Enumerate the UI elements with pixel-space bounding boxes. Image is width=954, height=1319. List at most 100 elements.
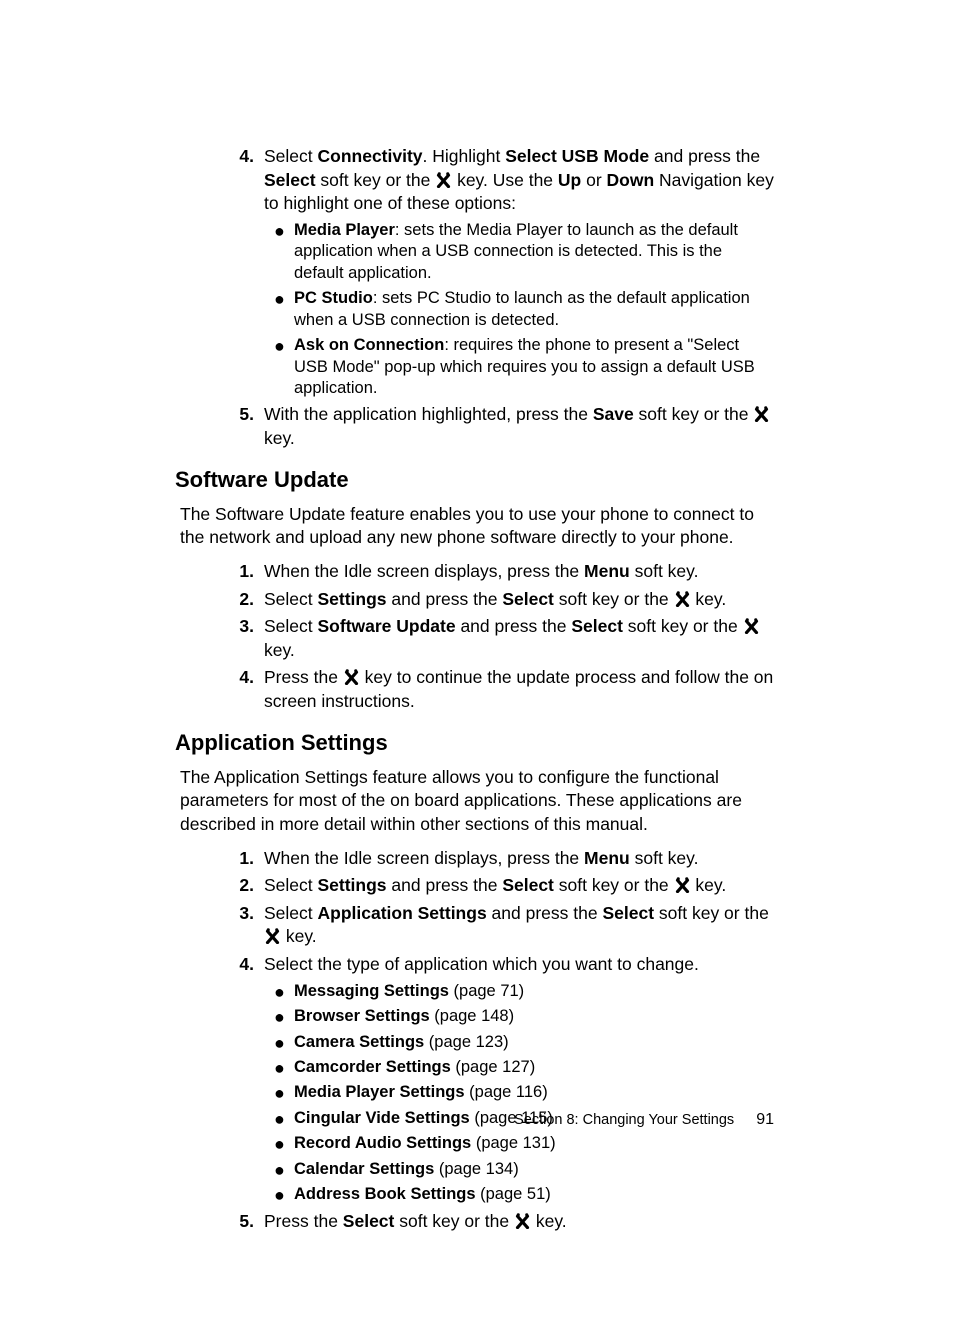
confirm-key-icon: [435, 171, 452, 188]
confirm-key-icon: [343, 668, 360, 685]
bold: Cingular Vide Settings: [294, 1109, 470, 1127]
step-num: 4.: [230, 145, 254, 216]
step-text: Select Application Settings and press th…: [264, 902, 774, 949]
bold: Camera Settings: [294, 1033, 424, 1051]
bullet-icon: ●: [274, 1161, 294, 1180]
bullet-text: Media Player: sets the Media Player to l…: [294, 220, 774, 284]
app-step-2: 2. Select Settings and press the Select …: [230, 874, 774, 898]
bold: Ask on Connection: [294, 336, 444, 354]
text: key.: [531, 1211, 567, 1231]
text: soft key or the: [554, 589, 674, 609]
text: and press the: [387, 589, 503, 609]
bold: Settings: [318, 875, 387, 895]
text: (page 131): [471, 1134, 555, 1152]
app-step-4: 4. Select the type of application which …: [230, 953, 774, 977]
sub-bullet: ●Browser Settings (page 148): [274, 1006, 774, 1027]
text: Select: [264, 589, 318, 609]
text: (page 148): [430, 1007, 514, 1025]
page-number: 91: [756, 1111, 774, 1128]
sw-step-1: 1. When the Idle screen displays, press …: [230, 560, 774, 584]
text: . Highlight: [423, 146, 506, 166]
bold: Select: [343, 1211, 395, 1231]
bullet-icon: ●: [274, 1034, 294, 1053]
confirm-key-icon: [753, 405, 770, 422]
text: soft key or the: [316, 170, 436, 190]
text: soft key or the: [394, 1211, 514, 1231]
sub-bullet: ●Calendar Settings (page 134): [274, 1159, 774, 1180]
step-num: 3.: [230, 902, 254, 949]
bold: Messaging Settings: [294, 982, 449, 1000]
step-num: 3.: [230, 615, 254, 662]
text: (page 116): [465, 1083, 548, 1101]
text: With the application highlighted, press …: [264, 404, 593, 424]
bold: Address Book Settings: [294, 1185, 476, 1203]
step-5: 5. With the application highlighted, pre…: [230, 403, 774, 450]
text: Press the: [264, 1211, 343, 1231]
bullet-text: Calendar Settings (page 134): [294, 1159, 774, 1180]
confirm-key-icon: [674, 590, 691, 607]
bullet-icon: ●: [274, 1186, 294, 1205]
bullet-icon: ●: [274, 222, 294, 284]
step-text: Press the key to continue the update pro…: [264, 666, 774, 713]
confirm-key-icon: [264, 927, 281, 944]
software-update-description: The Software Update feature enables you …: [180, 503, 774, 550]
sub-bullet: ●Record Audio Settings (page 131): [274, 1133, 774, 1154]
bold: Record Audio Settings: [294, 1134, 471, 1152]
bullet-icon: ●: [274, 983, 294, 1002]
text: Press the: [264, 667, 343, 687]
step-text: Select Settings and press the Select sof…: [264, 874, 774, 898]
step-text: When the Idle screen displays, press the…: [264, 560, 774, 584]
step-text: When the Idle screen displays, press the…: [264, 847, 774, 871]
text: (page 134): [434, 1160, 518, 1178]
step-text: With the application highlighted, press …: [264, 403, 774, 450]
confirm-key-icon: [514, 1212, 531, 1229]
bold: Menu: [584, 848, 630, 868]
bullet-text: Camera Settings (page 123): [294, 1032, 774, 1053]
bullet-text: Media Player Settings (page 116): [294, 1082, 774, 1103]
sw-step-4: 4. Press the key to continue the update …: [230, 666, 774, 713]
app-step-3: 3. Select Application Settings and press…: [230, 902, 774, 949]
heading-application-settings: Application Settings: [175, 730, 774, 756]
bold: Media Player Settings: [294, 1083, 465, 1101]
bold: Select USB Mode: [505, 146, 649, 166]
step-num: 2.: [230, 588, 254, 612]
step-num: 4.: [230, 666, 254, 713]
bullet-text: PC Studio: sets PC Studio to launch as t…: [294, 288, 774, 331]
bullet-text: Browser Settings (page 148): [294, 1006, 774, 1027]
text: soft key.: [630, 561, 699, 581]
bullet-text: Record Audio Settings (page 131): [294, 1133, 774, 1154]
step-num: 5.: [230, 403, 254, 450]
bold: Calendar Settings: [294, 1160, 434, 1178]
section-label: Section 8: Changing Your Settings: [514, 1112, 734, 1128]
bold: Settings: [318, 589, 387, 609]
text: soft key.: [630, 848, 699, 868]
bold: Down: [607, 170, 655, 190]
bold: Select: [502, 589, 554, 609]
sub-bullet: ●Address Book Settings (page 51): [274, 1184, 774, 1205]
text: and press the: [387, 875, 503, 895]
bold: Select: [502, 875, 554, 895]
text: soft key or the: [554, 875, 674, 895]
bold: Browser Settings: [294, 1007, 430, 1025]
text: key.: [264, 428, 295, 448]
bullet-icon: ●: [274, 1110, 294, 1129]
step-num: 4.: [230, 953, 254, 977]
text: (page 127): [451, 1058, 535, 1076]
confirm-key-icon: [674, 876, 691, 893]
bullet-text: Messaging Settings (page 71): [294, 981, 774, 1002]
text: key.: [691, 589, 727, 609]
bold: Select: [264, 170, 316, 190]
text: and press the: [487, 903, 603, 923]
sub-bullet: ●Camera Settings (page 123): [274, 1032, 774, 1053]
text: soft key or the: [654, 903, 769, 923]
text: and press the: [456, 616, 572, 636]
step-text: Select the type of application which you…: [264, 953, 774, 977]
bullet-icon: ●: [274, 1084, 294, 1103]
app-step-1: 1. When the Idle screen displays, press …: [230, 847, 774, 871]
bold: Save: [593, 404, 634, 424]
bold: Connectivity: [318, 146, 423, 166]
text: Select: [264, 616, 318, 636]
bullet-icon: ●: [274, 1059, 294, 1078]
text: or: [581, 170, 606, 190]
bold: Media Player: [294, 221, 395, 239]
